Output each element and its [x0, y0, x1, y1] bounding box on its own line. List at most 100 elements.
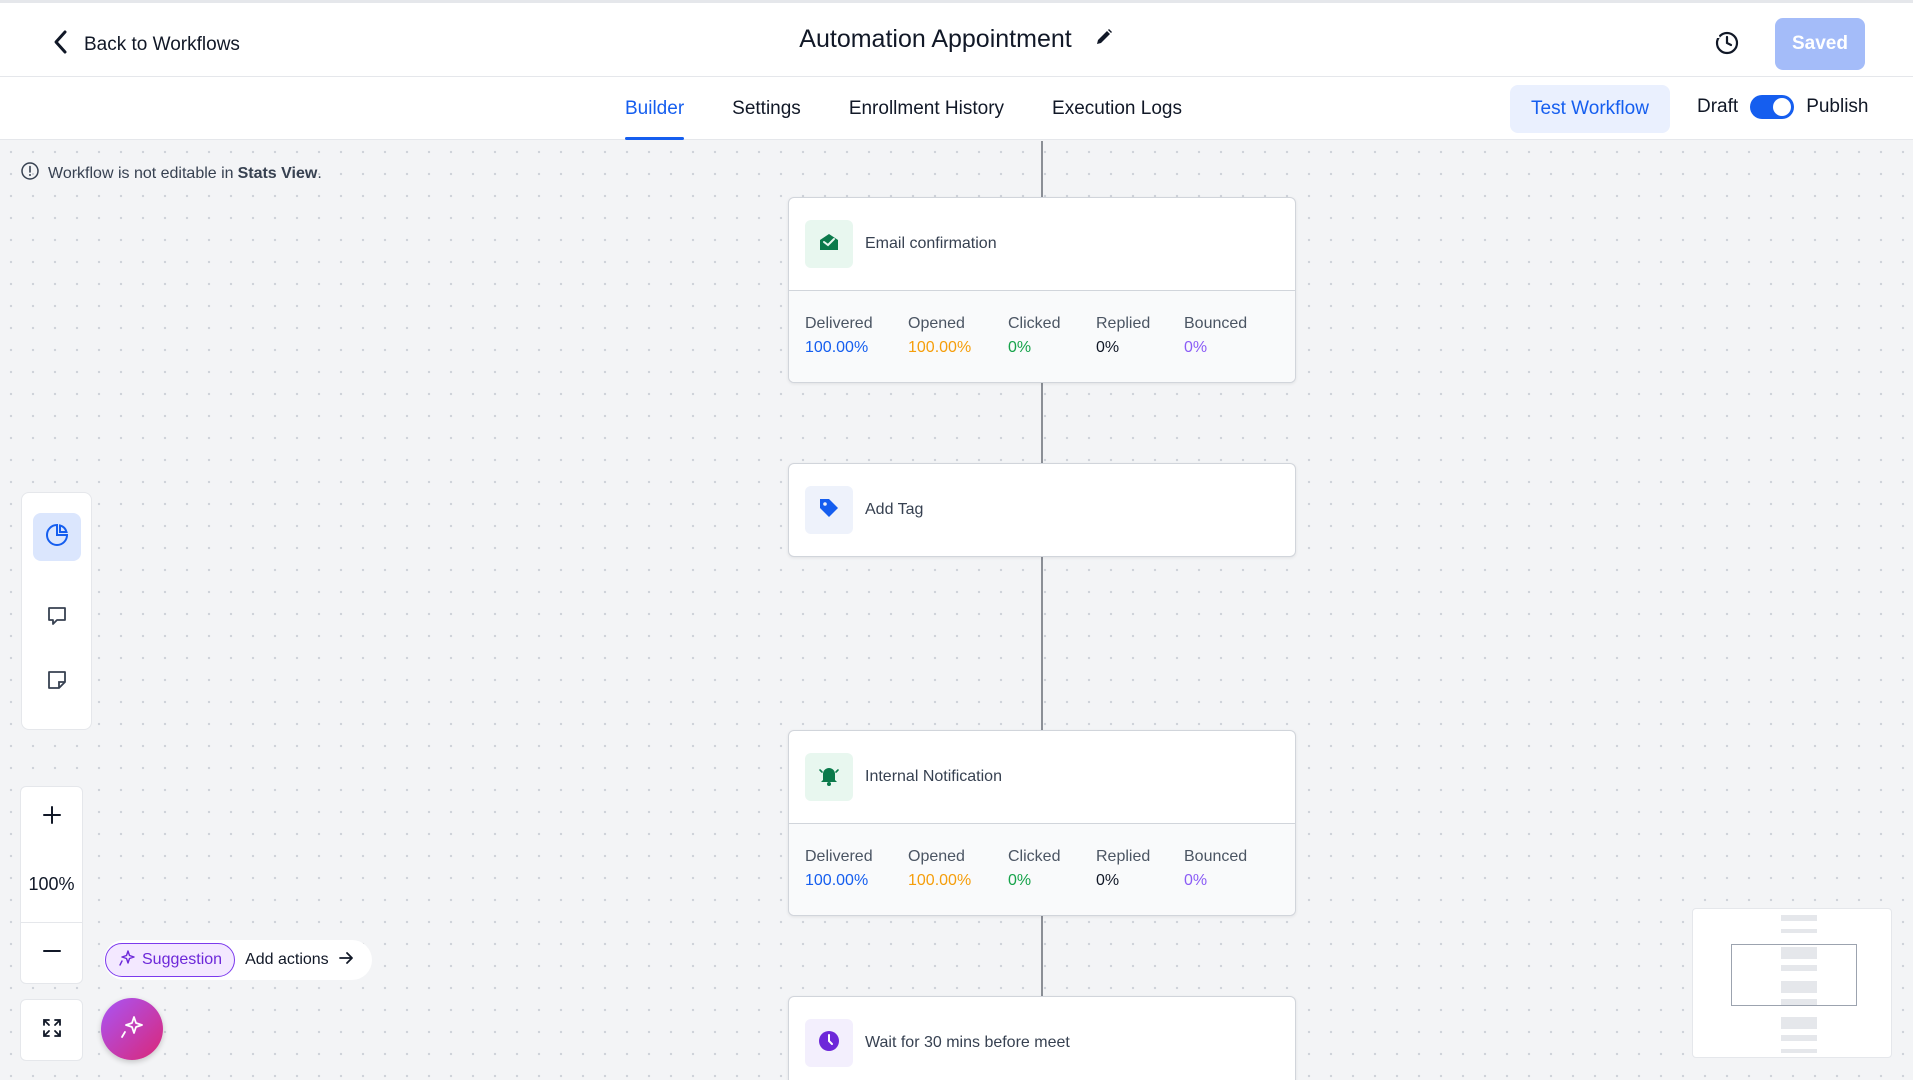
- node-header: Email confirmation: [789, 198, 1295, 290]
- test-workflow-button[interactable]: Test Workflow: [1510, 85, 1670, 133]
- top-bar: Back to Workflows Automation Appointment…: [0, 0, 1913, 77]
- stat-replied: Replied 0%: [1096, 848, 1184, 915]
- node-icon-box: [805, 486, 853, 534]
- stat-label: Bounced: [1184, 848, 1248, 865]
- tag-icon: [817, 496, 841, 525]
- title-area: Automation Appointment: [0, 25, 1913, 54]
- arrow-right-icon: [337, 949, 355, 972]
- history-icon[interactable]: [1713, 29, 1741, 57]
- tab-list: Builder Settings Enrollment History Exec…: [625, 77, 1182, 140]
- stat-label: Clicked: [1008, 315, 1061, 332]
- node-stats: Delivered 100.00% Opened 100.00% Clicked 0%…: [789, 823, 1295, 915]
- minimap-node: [1781, 1049, 1817, 1053]
- stat-opened: Opened 100.00%: [908, 315, 1008, 382]
- node-stats: Delivered 100.00% Opened 100.00% Clicked 0%…: [789, 290, 1295, 382]
- canvas-tool-panel: [21, 492, 92, 730]
- node-title: Internal Notification: [865, 768, 1002, 785]
- notice-suffix: .: [317, 164, 322, 182]
- node-header: Wait for 30 mins before meet: [789, 997, 1295, 1080]
- tab-enrollment-history[interactable]: Enrollment History: [849, 77, 1004, 140]
- workflow-node-email-confirmation[interactable]: Email confirmation Delivered 100.00% Open…: [788, 197, 1296, 383]
- stat-label: Delivered: [805, 848, 873, 865]
- zoom-out-button[interactable]: [20, 922, 83, 984]
- connector: [1041, 141, 1043, 197]
- minus-icon: [41, 940, 63, 967]
- stat-label: Opened: [908, 315, 965, 332]
- stat-value: 0%: [1096, 339, 1120, 356]
- publish-label: Publish: [1806, 96, 1869, 117]
- workflow-node-internal-notification[interactable]: Internal Notification Delivered 100.00% O…: [788, 730, 1296, 916]
- minimap-node: [1781, 1035, 1817, 1041]
- node-title: Wait for 30 mins before meet: [865, 1034, 1070, 1051]
- zoom-in-button[interactable]: [20, 786, 83, 848]
- stat-clicked: Clicked 0%: [1008, 848, 1096, 915]
- minimap-node: [1781, 1017, 1817, 1029]
- stat-label: Clicked: [1008, 848, 1061, 865]
- pie-chart-icon: [44, 522, 70, 553]
- sparkle-icon: [118, 949, 136, 972]
- tab-builder[interactable]: Builder: [625, 77, 685, 140]
- node-header: Add Tag: [789, 464, 1295, 556]
- tab-settings[interactable]: Settings: [732, 77, 801, 140]
- stat-value: 100.00%: [805, 339, 869, 356]
- suggestion-label: Suggestion: [142, 951, 223, 968]
- connector: [1041, 914, 1043, 996]
- mail-open-icon: [817, 230, 841, 259]
- node-title: Add Tag: [865, 501, 924, 518]
- workflow-title: Automation Appointment: [799, 25, 1072, 53]
- bell-icon: [817, 763, 841, 792]
- stat-value: 0%: [1008, 339, 1032, 356]
- comment-icon: [44, 603, 70, 634]
- node-icon-box: [805, 753, 853, 801]
- connector: [1041, 381, 1043, 463]
- zoom-level: 100%: [20, 847, 83, 923]
- suggestion-pill[interactable]: Suggestion: [105, 943, 236, 977]
- stats-view-notice: Workflow is not editable in Stats View.: [20, 161, 322, 186]
- workflow-canvas[interactable]: Workflow is not editable in Stats View. E…: [0, 141, 1913, 1080]
- workflow-node-add-tag[interactable]: Add Tag: [788, 463, 1296, 557]
- stat-value: 100.00%: [805, 872, 869, 889]
- add-actions-link[interactable]: Add actions: [245, 949, 355, 972]
- notice-emphasis: Stats View: [237, 164, 318, 182]
- publish-toggle[interactable]: [1750, 95, 1795, 119]
- add-actions-label: Add actions: [245, 951, 329, 968]
- minimap-node: [1781, 929, 1817, 933]
- saved-button[interactable]: Saved: [1775, 18, 1865, 70]
- suggestion-bar: Suggestion Add actions: [104, 940, 372, 980]
- node-title: Email confirmation: [865, 235, 997, 252]
- stat-opened: Opened 100.00%: [908, 848, 1008, 915]
- draft-label: Draft: [1697, 96, 1739, 117]
- node-icon-box: [805, 1019, 853, 1067]
- stat-value: 0%: [1184, 872, 1208, 889]
- tab-bar: Builder Settings Enrollment History Exec…: [0, 77, 1913, 140]
- ai-assistant-button[interactable]: [101, 998, 163, 1060]
- node-header: Internal Notification: [789, 731, 1295, 823]
- node-icon-box: [805, 220, 853, 268]
- minimap[interactable]: [1692, 908, 1892, 1058]
- stat-value: 0%: [1008, 872, 1032, 889]
- tab-execution-logs[interactable]: Execution Logs: [1052, 77, 1182, 140]
- plus-icon: [41, 804, 63, 831]
- stat-bounced: Bounced 0%: [1184, 315, 1274, 382]
- stats-view-button[interactable]: [33, 513, 81, 561]
- stat-replied: Replied 0%: [1096, 315, 1184, 382]
- info-icon: [20, 161, 40, 186]
- workflow-node-wait[interactable]: Wait for 30 mins before meet: [788, 996, 1296, 1080]
- stat-label: Delivered: [805, 315, 873, 332]
- stat-label: Replied: [1096, 315, 1151, 332]
- publish-toggle-group: Draft Publish: [1697, 95, 1869, 119]
- minimap-viewport[interactable]: [1731, 944, 1857, 1006]
- sticky-note-button[interactable]: [33, 658, 81, 706]
- fit-view-button[interactable]: [20, 999, 83, 1061]
- zoom-controls: 100%: [20, 786, 83, 1080]
- sticky-note-icon: [44, 667, 70, 698]
- pencil-icon[interactable]: [1094, 27, 1114, 52]
- clock-icon: [817, 1029, 841, 1058]
- stat-label: Opened: [908, 848, 965, 865]
- stat-bounced: Bounced 0%: [1184, 848, 1274, 915]
- stat-value: 100.00%: [908, 872, 972, 889]
- minimap-node: [1781, 915, 1817, 921]
- stat-delivered: Delivered 100.00%: [805, 315, 908, 382]
- comment-button[interactable]: [33, 594, 81, 642]
- stat-value: 100.00%: [908, 339, 972, 356]
